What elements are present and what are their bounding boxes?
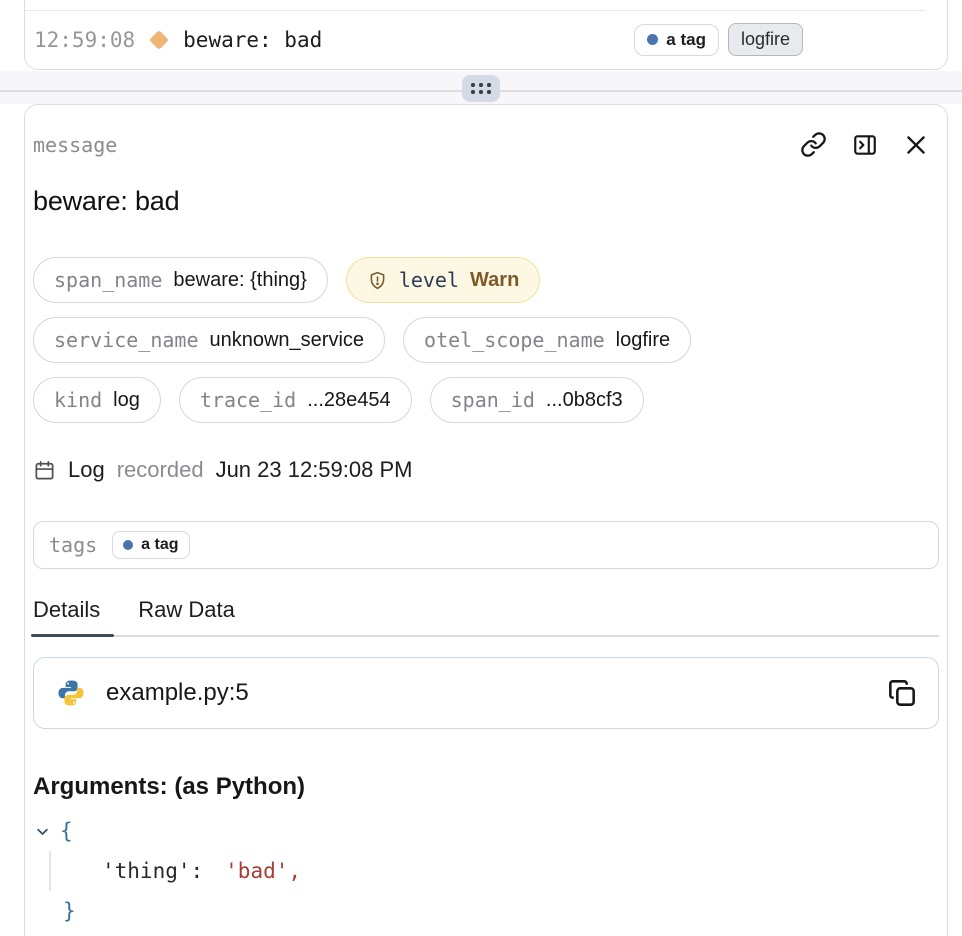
- tags-box: tags a tag: [33, 521, 939, 569]
- tag-badge-label: a tag: [666, 30, 706, 50]
- close-panel-button[interactable]: [903, 132, 929, 158]
- shield-alert-icon: [367, 270, 388, 291]
- tab-raw-data[interactable]: Raw Data: [138, 597, 235, 623]
- warn-level-diamond-icon: [149, 30, 169, 50]
- code-entry-value: 'bad',: [225, 859, 301, 883]
- copy-icon: [888, 679, 916, 707]
- source-file-name: example.py:5: [106, 679, 249, 707]
- open-side-panel-button[interactable]: [852, 132, 878, 158]
- panel-gap: [0, 71, 962, 104]
- copy-link-button[interactable]: [800, 131, 827, 158]
- tag-dot-icon: [647, 34, 658, 45]
- copy-file-path-button[interactable]: [888, 679, 916, 707]
- log-row[interactable]: 12:59:08 beware: bad a tag logfire: [34, 11, 938, 68]
- tags-label: tags: [49, 533, 97, 557]
- close-icon: [903, 132, 929, 158]
- code-entry-line: 'thing': 'bad',: [49, 851, 939, 891]
- log-message: beware: bad: [183, 28, 322, 52]
- attribute-pill-span-id[interactable]: span_id ...0b8cf3: [430, 377, 644, 423]
- span-detail-panel: message beware: bad: [24, 104, 948, 936]
- code-open-brace: {: [60, 811, 73, 851]
- grip-dots-icon: [471, 83, 491, 94]
- attribute-pill-kind[interactable]: kind log: [33, 377, 161, 423]
- panel-right-icon: [852, 132, 878, 158]
- attribute-pills: span_name beware: {thing} level Warn ser…: [33, 257, 939, 423]
- arguments-heading: Arguments: (as Python): [33, 773, 939, 801]
- recorded-type: Log: [68, 457, 105, 483]
- python-logo-icon: [56, 678, 86, 708]
- panel-header-actions: [800, 131, 939, 158]
- source-file-box: example.py:5: [33, 657, 939, 729]
- scope-badge[interactable]: logfire: [728, 23, 803, 56]
- recorded-verb: recorded: [117, 457, 204, 483]
- arguments-code-block: { 'thing': 'bad', }: [33, 811, 939, 931]
- code-close-brace: }: [63, 891, 76, 931]
- attribute-pill-service-name[interactable]: service_name unknown_service: [33, 317, 385, 363]
- tab-details[interactable]: Details: [33, 597, 100, 623]
- log-list-card: 12:59:08 beware: bad a tag logfire: [24, 0, 948, 70]
- panel-header: message: [33, 131, 939, 158]
- tag-chip[interactable]: a tag: [112, 531, 189, 559]
- tag-chip-label: a tag: [141, 536, 178, 554]
- tag-dot-icon: [123, 540, 133, 550]
- log-timestamp: 12:59:08: [34, 28, 135, 52]
- attribute-pill-trace-id[interactable]: trace_id ...28e454: [179, 377, 412, 423]
- attribute-pill-level[interactable]: level Warn: [346, 257, 540, 303]
- calendar-icon: [33, 459, 56, 482]
- span-title: beware: bad: [33, 186, 939, 217]
- attribute-pill-otel-scope-name[interactable]: otel_scope_name logfire: [403, 317, 691, 363]
- recorded-datetime: Jun 23 12:59:08 PM: [216, 457, 413, 483]
- panel-header-label: message: [33, 133, 117, 157]
- recorded-timestamp-line: Log recorded Jun 23 12:59:08 PM: [33, 457, 939, 483]
- resize-drag-handle[interactable]: [462, 75, 500, 102]
- detail-tabs: Details Raw Data: [33, 597, 939, 637]
- log-row-badges: a tag logfire: [634, 23, 803, 56]
- code-entry-key: 'thing':: [102, 859, 203, 883]
- collapse-chevron-down-icon[interactable]: [35, 824, 50, 839]
- attribute-pill-span-name[interactable]: span_name beware: {thing}: [33, 257, 328, 303]
- link-icon: [800, 131, 827, 158]
- tag-badge[interactable]: a tag: [634, 24, 719, 56]
